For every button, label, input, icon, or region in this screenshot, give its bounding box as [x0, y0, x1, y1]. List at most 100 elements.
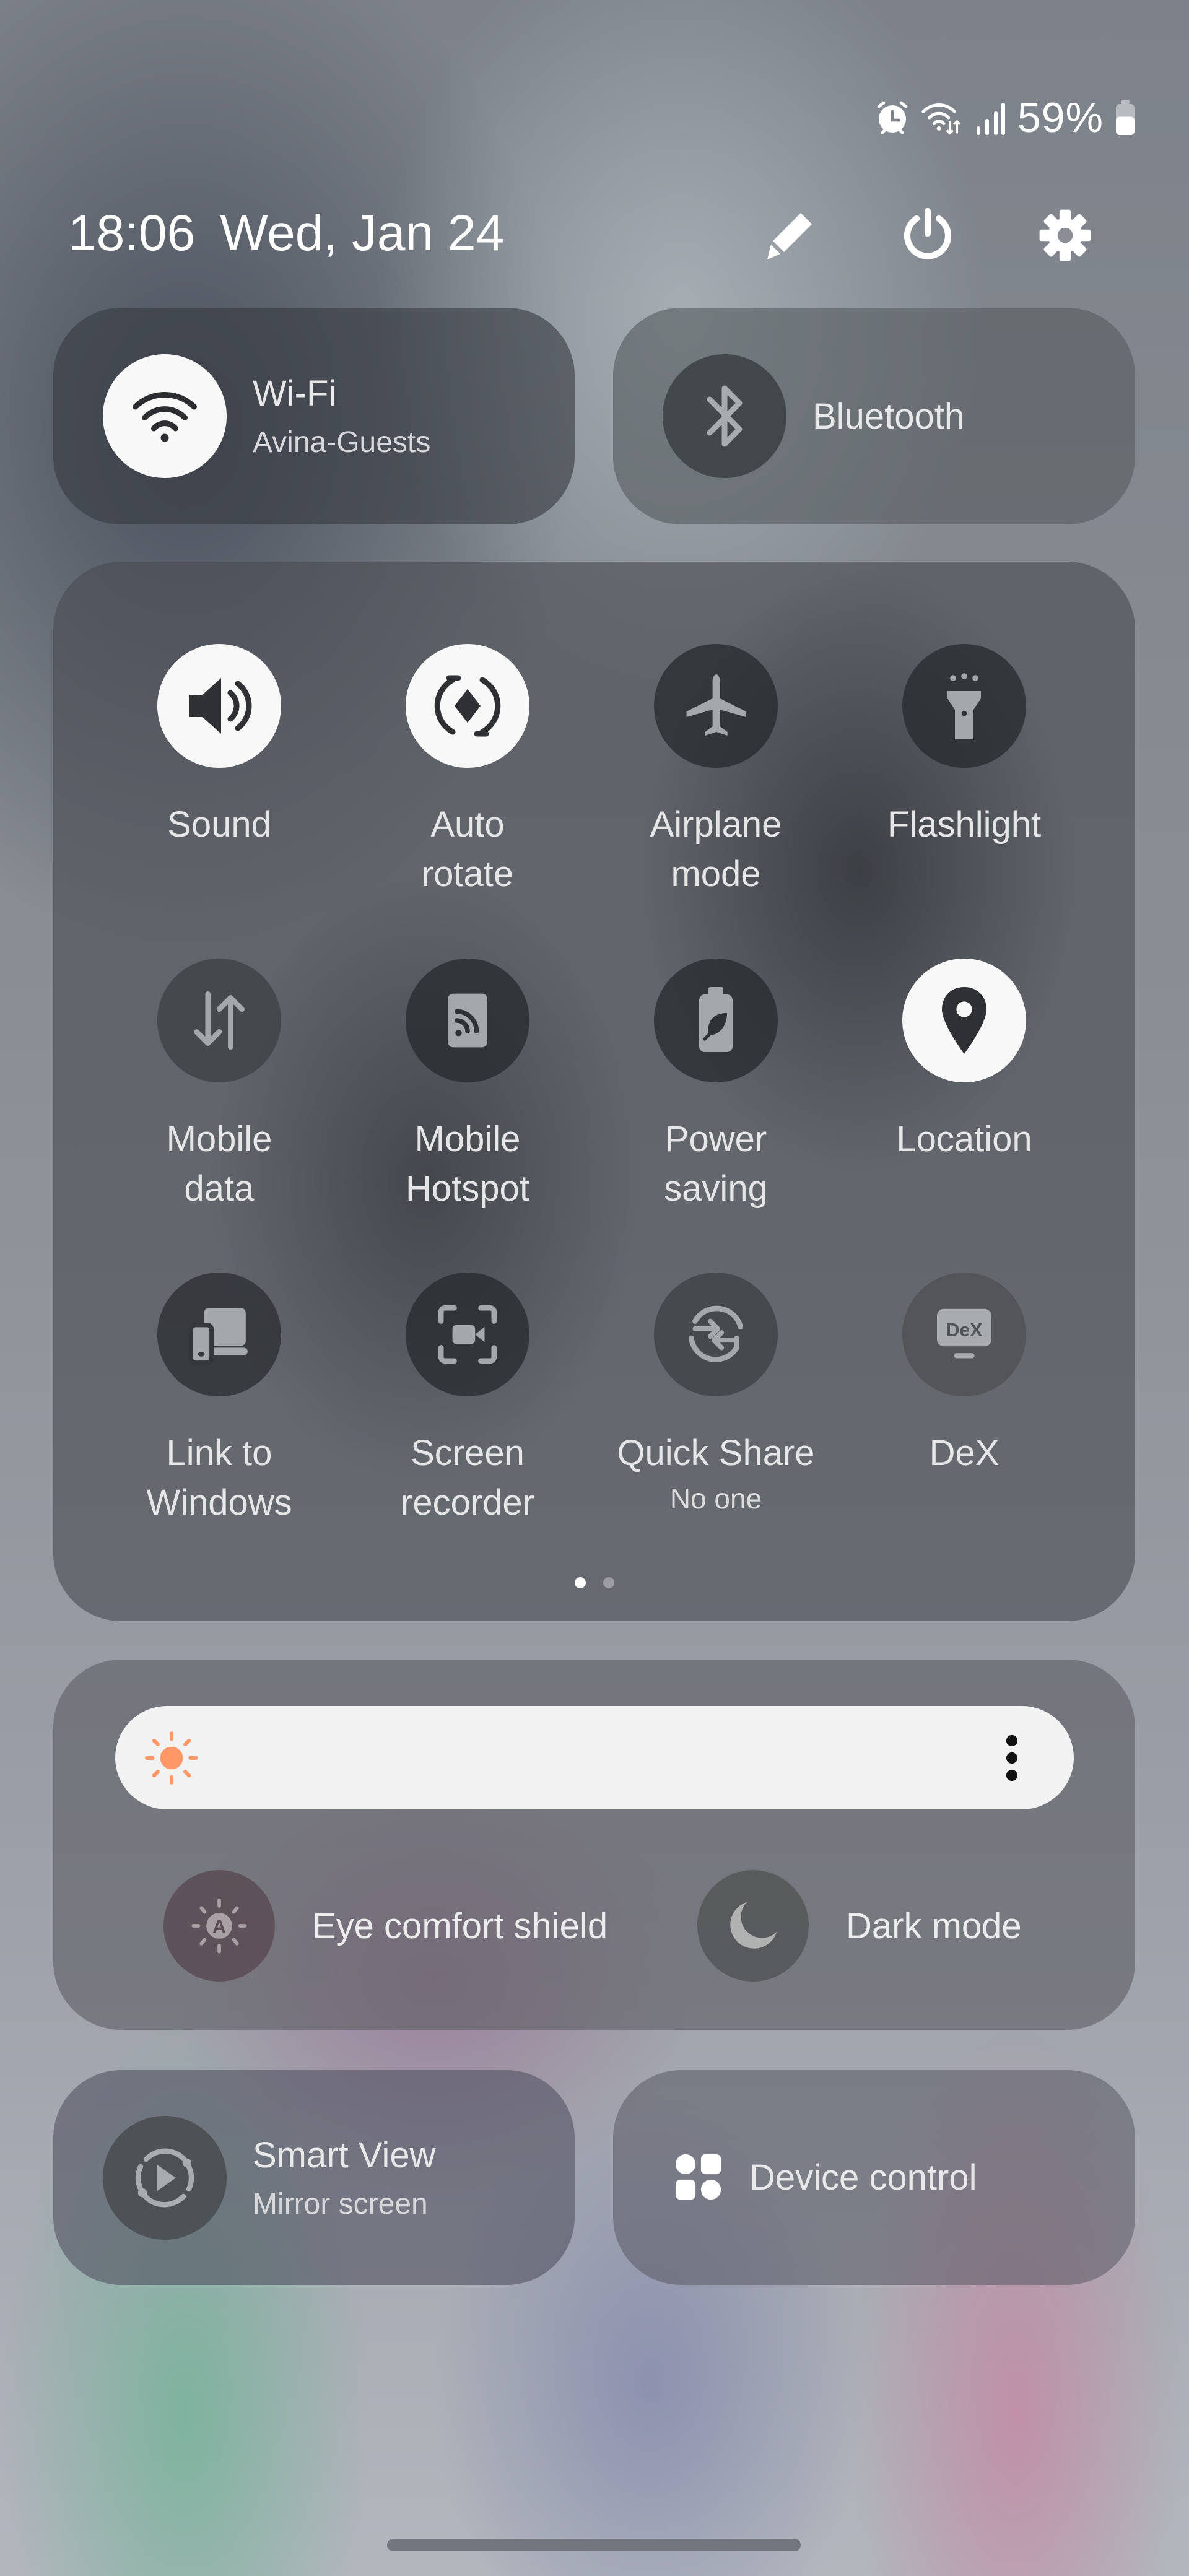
tile-label: Power saving	[664, 1119, 768, 1209]
flashlight-icon	[947, 673, 981, 739]
tile-auto-rotate[interactable]: Auto rotate	[344, 644, 591, 899]
more-vertical-icon[interactable]	[1000, 1732, 1024, 1784]
power-saving-icon	[699, 987, 733, 1052]
wifi-toggle[interactable]	[103, 354, 227, 478]
tile-sublabel: No one	[669, 1482, 762, 1515]
wifi-data-icon	[921, 103, 961, 135]
svg-text:DeX: DeX	[946, 1320, 983, 1341]
dark-mode-toggle[interactable]: Dark mode	[697, 1870, 1022, 1982]
wifi-network-name: Avina-Guests	[253, 426, 431, 459]
tile-dex[interactable]: DeX DeX	[840, 1273, 1088, 1478]
date: Wed, Jan 24	[220, 205, 505, 261]
wifi-icon	[133, 391, 197, 442]
tile-link-to-windows[interactable]: Link to Windows	[95, 1273, 343, 1528]
wifi-title: Wi-Fi	[253, 373, 337, 414]
tile-label: Auto rotate	[421, 804, 514, 894]
eye-comfort-button[interactable]: A	[163, 1870, 275, 1982]
tile-label: Mobile data	[166, 1119, 272, 1209]
smart-view-card[interactable]: Smart View Mirror screen	[53, 2070, 575, 2285]
dark-mode-button[interactable]	[697, 1870, 809, 1982]
mobile-data-toggle[interactable]	[157, 959, 281, 1082]
page-dot-2[interactable]	[603, 1577, 614, 1588]
tile-airplane-mode[interactable]: Airplane mode	[592, 644, 840, 899]
quick-settings-panel: Sound Auto rotate Airplane mode Flashlig…	[53, 562, 1135, 1621]
flashlight-toggle[interactable]	[902, 644, 1026, 768]
hotspot-icon	[448, 993, 487, 1048]
bluetooth-card[interactable]: Bluetooth	[613, 308, 1135, 524]
tile-label: Mobile Hotspot	[406, 1119, 529, 1209]
brightness-slider[interactable]	[115, 1706, 1074, 1809]
tile-label: Sound	[167, 804, 271, 845]
moon-icon	[730, 1902, 777, 1949]
link-to-windows-icon	[188, 1308, 248, 1365]
page-indicator	[53, 1577, 1135, 1588]
status-bar: 59%	[875, 93, 1136, 142]
home-indicator[interactable]	[387, 2539, 801, 2551]
signal-icon	[976, 103, 1005, 135]
tile-label: Airplane mode	[650, 804, 782, 894]
clock-time: 18:06	[68, 205, 196, 261]
bluetooth-icon	[707, 385, 743, 447]
tile-quick-share[interactable]: Quick Share No one	[592, 1273, 840, 1515]
tile-power-saving[interactable]: Power saving	[592, 959, 840, 1214]
tile-mobile-data[interactable]: Mobile data	[95, 959, 343, 1214]
quick-share-icon	[689, 1305, 743, 1362]
quick-share-toggle[interactable]	[654, 1273, 778, 1396]
eye-comfort-label: Eye comfort shield	[312, 1905, 608, 1946]
mobile-hotspot-toggle[interactable]	[406, 959, 529, 1082]
alarm-icon	[877, 101, 908, 134]
battery-icon	[1116, 100, 1135, 135]
tile-label: Flashlight	[887, 804, 1042, 845]
bluetooth-toggle[interactable]	[663, 354, 786, 478]
tile-label: Quick Share	[617, 1433, 815, 1473]
tile-label: Screen recorder	[401, 1433, 534, 1523]
sun-icon	[145, 1731, 198, 1785]
tile-flashlight[interactable]: Flashlight	[840, 644, 1088, 850]
device-control-card[interactable]: Device control	[613, 2070, 1135, 2285]
airplane-icon	[686, 674, 746, 736]
bluetooth-title: Bluetooth	[812, 396, 965, 437]
smart-view-icon	[135, 2148, 194, 2207]
power-saving-toggle[interactable]	[654, 959, 778, 1082]
smart-view-button[interactable]	[103, 2115, 227, 2240]
dark-mode-label: Dark mode	[846, 1905, 1022, 1946]
power-button[interactable]	[897, 204, 959, 266]
device-control-icon	[675, 2154, 721, 2200]
page-dot-1[interactable]	[574, 1577, 586, 1588]
svg-text:A: A	[212, 1917, 226, 1938]
tile-screen-recorder[interactable]: Screen recorder	[344, 1273, 591, 1528]
tile-mobile-hotspot[interactable]: Mobile Hotspot	[344, 959, 591, 1214]
gear-icon	[1039, 209, 1091, 261]
smart-view-subtitle: Mirror screen	[253, 2187, 428, 2221]
clock-date: 18:06 Wed, Jan 24	[68, 204, 504, 263]
tile-label: Link to Windows	[146, 1433, 292, 1523]
tile-sound[interactable]: Sound	[95, 644, 343, 850]
link-to-windows-toggle[interactable]	[157, 1273, 281, 1396]
location-pin-icon	[942, 987, 986, 1054]
tile-label: Location	[896, 1119, 1032, 1159]
brightness-panel: A Eye comfort shield Dark mode	[53, 1660, 1135, 2030]
edit-button[interactable]	[759, 204, 821, 266]
eye-comfort-shield-toggle[interactable]: A Eye comfort shield	[163, 1870, 608, 1982]
power-icon	[904, 207, 952, 259]
settings-button[interactable]	[1034, 204, 1096, 266]
dex-icon: DeX	[937, 1308, 991, 1359]
screen-recorder-icon	[438, 1305, 497, 1364]
speaker-icon	[189, 678, 252, 734]
smart-view-title: Smart View	[253, 2134, 436, 2175]
pencil-icon	[767, 213, 812, 259]
battery-percent: 59%	[1017, 94, 1104, 141]
location-toggle[interactable]	[902, 959, 1026, 1082]
device-control-title: Device control	[749, 2157, 977, 2198]
auto-rotate-toggle[interactable]	[406, 644, 529, 768]
sound-toggle[interactable]	[157, 644, 281, 768]
dex-toggle[interactable]: DeX	[902, 1273, 1026, 1396]
tile-label: DeX	[929, 1433, 1000, 1473]
screen-recorder-toggle[interactable]	[406, 1273, 529, 1396]
airplane-mode-toggle[interactable]	[654, 644, 778, 768]
wifi-card[interactable]: Wi-Fi Avina-Guests	[53, 308, 575, 524]
auto-rotate-icon	[434, 675, 501, 737]
eye-comfort-icon: A	[191, 1898, 247, 1954]
mobile-data-icon	[194, 991, 245, 1050]
tile-location[interactable]: Location	[840, 959, 1088, 1164]
